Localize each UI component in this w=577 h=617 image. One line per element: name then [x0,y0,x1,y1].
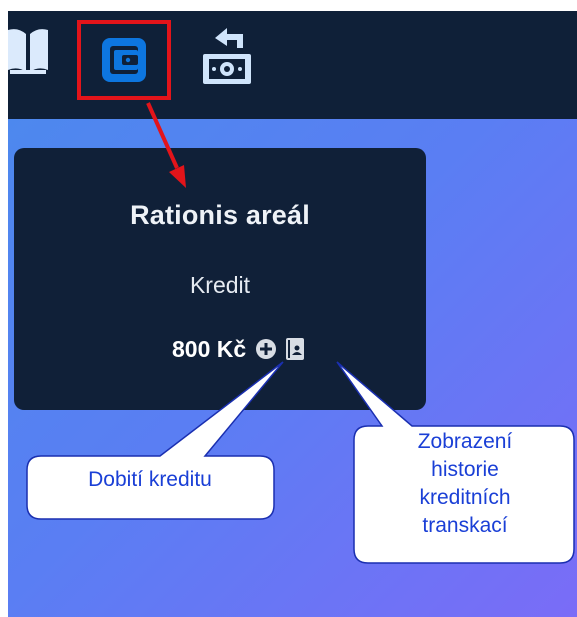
money-exchange-icon[interactable] [199,26,255,88]
wallet-tab-highlight[interactable] [77,20,171,100]
plus-circle-icon[interactable] [256,339,277,359]
callout-history-line: Zobrazení [417,430,513,453]
history-book-icon[interactable] [286,338,305,360]
credit-amount: 800 Kč [172,335,247,362]
callout-history-text: Zobrazení historie kreditních transkací [356,428,574,540]
credit-label: Kredit [189,272,251,298]
callout-top-up-text: Dobití kreditu [88,468,212,491]
book-open-icon[interactable] [8,26,48,78]
credit-card-panel: Rationis areál Kredit 800 Kč [14,148,426,410]
wallet-icon [102,38,146,82]
area-title: Rationis areál [130,200,310,230]
callout-history-line: kreditních [419,486,511,509]
callout-history-line: transkací [422,514,508,537]
credit-row: 800 Kč [172,334,305,364]
callout-history-line: historie [431,458,499,481]
